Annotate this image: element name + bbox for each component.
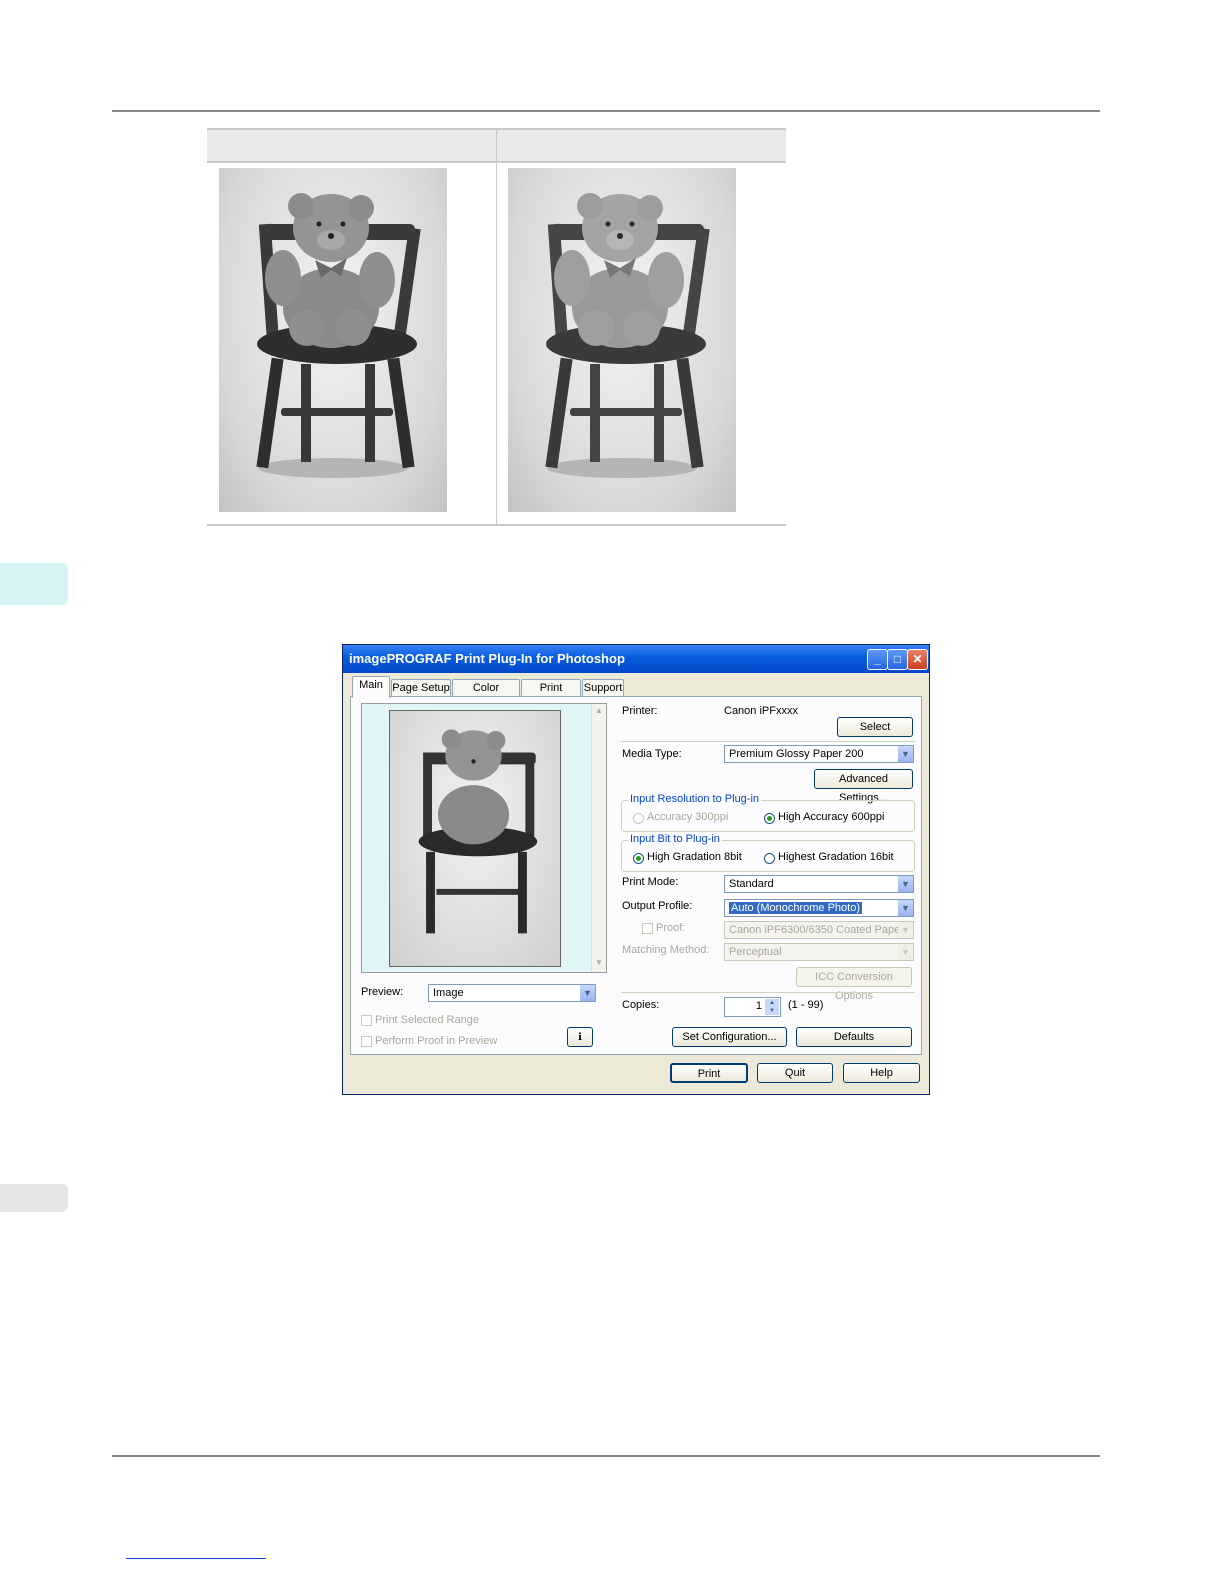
set-configuration-button[interactable]: Set Configuration... xyxy=(672,1027,787,1047)
select-button[interactable]: Select xyxy=(837,717,913,737)
matching-method-label: Matching Method: xyxy=(622,944,710,956)
print-mode-label: Print Mode: xyxy=(622,876,679,888)
print-selected-range-label: Print Selected Range xyxy=(375,1014,479,1026)
perform-proof-label: Perform Proof in Preview xyxy=(375,1035,498,1047)
chevron-down-icon: ▼ xyxy=(898,944,913,960)
output-profile-value: Auto (Monochrome Photo) xyxy=(729,902,863,914)
spin-down-icon[interactable]: ▼ xyxy=(765,1007,779,1015)
page-side-tab xyxy=(0,1184,68,1212)
high-accuracy-600-radio[interactable] xyxy=(764,813,775,824)
media-type-select[interactable]: Premium Glossy Paper 200 ▼ xyxy=(724,745,914,763)
preview-scrollbar[interactable]: ▲ ▼ xyxy=(591,704,606,972)
highest-gradation-16bit-label: Highest Gradation 16bit xyxy=(778,851,894,863)
defaults-button[interactable]: Defaults xyxy=(796,1027,912,1047)
print-mode-select[interactable]: Standard ▼ xyxy=(724,875,914,893)
output-profile-label: Output Profile: xyxy=(622,900,693,912)
maximize-icon[interactable]: □ xyxy=(887,649,908,670)
minimize-icon[interactable]: _ xyxy=(867,649,888,670)
matching-method-value: Perceptual xyxy=(729,946,782,958)
printer-label: Printer: xyxy=(622,705,658,717)
print-selected-range-checkbox[interactable] xyxy=(361,1015,372,1026)
high-accuracy-600-label: High Accuracy 600ppi xyxy=(778,811,885,823)
proof-label: Proof: xyxy=(656,922,686,934)
chevron-down-icon: ▼ xyxy=(580,985,595,1001)
close-icon[interactable]: ✕ xyxy=(907,649,928,670)
media-type-value: Premium Glossy Paper 200 xyxy=(729,748,864,760)
high-gradation-8bit-radio[interactable] xyxy=(633,853,644,864)
preview-label: Preview: xyxy=(361,986,404,998)
copies-value: 1 xyxy=(755,1000,762,1012)
tab-support[interactable]: Support xyxy=(582,679,624,697)
preview-select-value: Image xyxy=(433,987,464,999)
main-tab-panel: ▲ ▼ Preview: Image ▼ Print Selected Rang… xyxy=(350,696,922,1055)
highest-gradation-16bit-radio[interactable] xyxy=(764,853,775,864)
sample-photo-right xyxy=(508,168,736,512)
separator xyxy=(621,741,915,742)
copies-label: Copies: xyxy=(622,999,660,1011)
proof-select[interactable]: Canon iPF6300/6350 Coated Paper (... ▼ xyxy=(724,921,914,939)
separator xyxy=(621,992,915,993)
proof-value: Canon iPF6300/6350 Coated Paper (... xyxy=(729,924,904,936)
printer-value: Canon iPFxxxx xyxy=(724,705,798,717)
tab-page-setup[interactable]: Page Setup xyxy=(391,679,451,697)
copies-range: (1 - 99) xyxy=(788,999,824,1011)
input-resolution-group-label: Input Resolution to Plug-in xyxy=(628,793,762,805)
info-icon: ℹ xyxy=(578,1032,582,1043)
teddy-bear-on-chair-image xyxy=(545,193,710,478)
chevron-down-icon: ▼ xyxy=(898,876,913,892)
comparison-table xyxy=(207,128,786,526)
chevron-down-icon: ▼ xyxy=(898,922,913,938)
print-button[interactable]: Print xyxy=(670,1063,748,1083)
accuracy-300-radio[interactable] xyxy=(633,813,644,824)
input-bit-group-label: Input Bit to Plug-in xyxy=(628,833,722,845)
help-button[interactable]: Help xyxy=(843,1063,920,1083)
quit-button[interactable]: Quit xyxy=(757,1063,833,1083)
tab-print-history[interactable]: Print History xyxy=(521,679,581,711)
high-gradation-8bit-label: High Gradation 8bit xyxy=(647,851,742,863)
sample-photo-left xyxy=(219,168,447,512)
icc-conversion-options-button[interactable]: ICC Conversion Options xyxy=(796,967,912,1002)
footer-link-underline xyxy=(126,1558,266,1559)
chevron-down-icon: ▼ xyxy=(898,746,913,762)
perform-proof-checkbox[interactable] xyxy=(361,1036,372,1047)
print-plugin-dialog: imagePROGRAF Print Plug-In for Photoshop… xyxy=(342,644,930,1095)
output-profile-select[interactable]: Auto (Monochrome Photo) ▼ xyxy=(724,899,914,917)
scroll-down-icon[interactable]: ▼ xyxy=(593,958,605,970)
header-rule xyxy=(112,110,1100,112)
accuracy-300-label: Accuracy 300ppi xyxy=(647,811,729,823)
column-divider xyxy=(496,130,497,524)
footer-rule xyxy=(112,1455,1100,1457)
tab-color-settings[interactable]: Color Settings xyxy=(452,679,520,711)
dialog-title: imagePROGRAF Print Plug-In for Photoshop xyxy=(349,651,625,666)
media-type-label: Media Type: xyxy=(622,748,682,760)
teddy-bear-preview-image xyxy=(418,729,538,934)
title-bar[interactable]: imagePROGRAF Print Plug-In for Photoshop… xyxy=(343,645,929,673)
proof-checkbox[interactable] xyxy=(642,923,653,934)
matching-method-select[interactable]: Perceptual ▼ xyxy=(724,943,914,961)
scroll-up-icon[interactable]: ▲ xyxy=(593,706,605,718)
tab-main[interactable]: Main xyxy=(352,676,390,698)
advanced-settings-button[interactable]: Advanced Settings... xyxy=(814,769,913,804)
spin-up-icon[interactable]: ▲ xyxy=(765,999,779,1007)
preview-area: ▲ ▼ xyxy=(361,703,607,973)
preview-image xyxy=(389,710,561,967)
copies-stepper[interactable]: 1 ▲ ▼ xyxy=(724,997,781,1017)
info-button[interactable]: ℹ xyxy=(567,1027,593,1047)
teddy-bear-on-chair-image xyxy=(256,193,421,478)
chevron-down-icon: ▼ xyxy=(898,900,913,916)
chapter-side-tab xyxy=(0,563,68,605)
print-mode-value: Standard xyxy=(729,878,774,890)
preview-select[interactable]: Image ▼ xyxy=(428,984,596,1002)
